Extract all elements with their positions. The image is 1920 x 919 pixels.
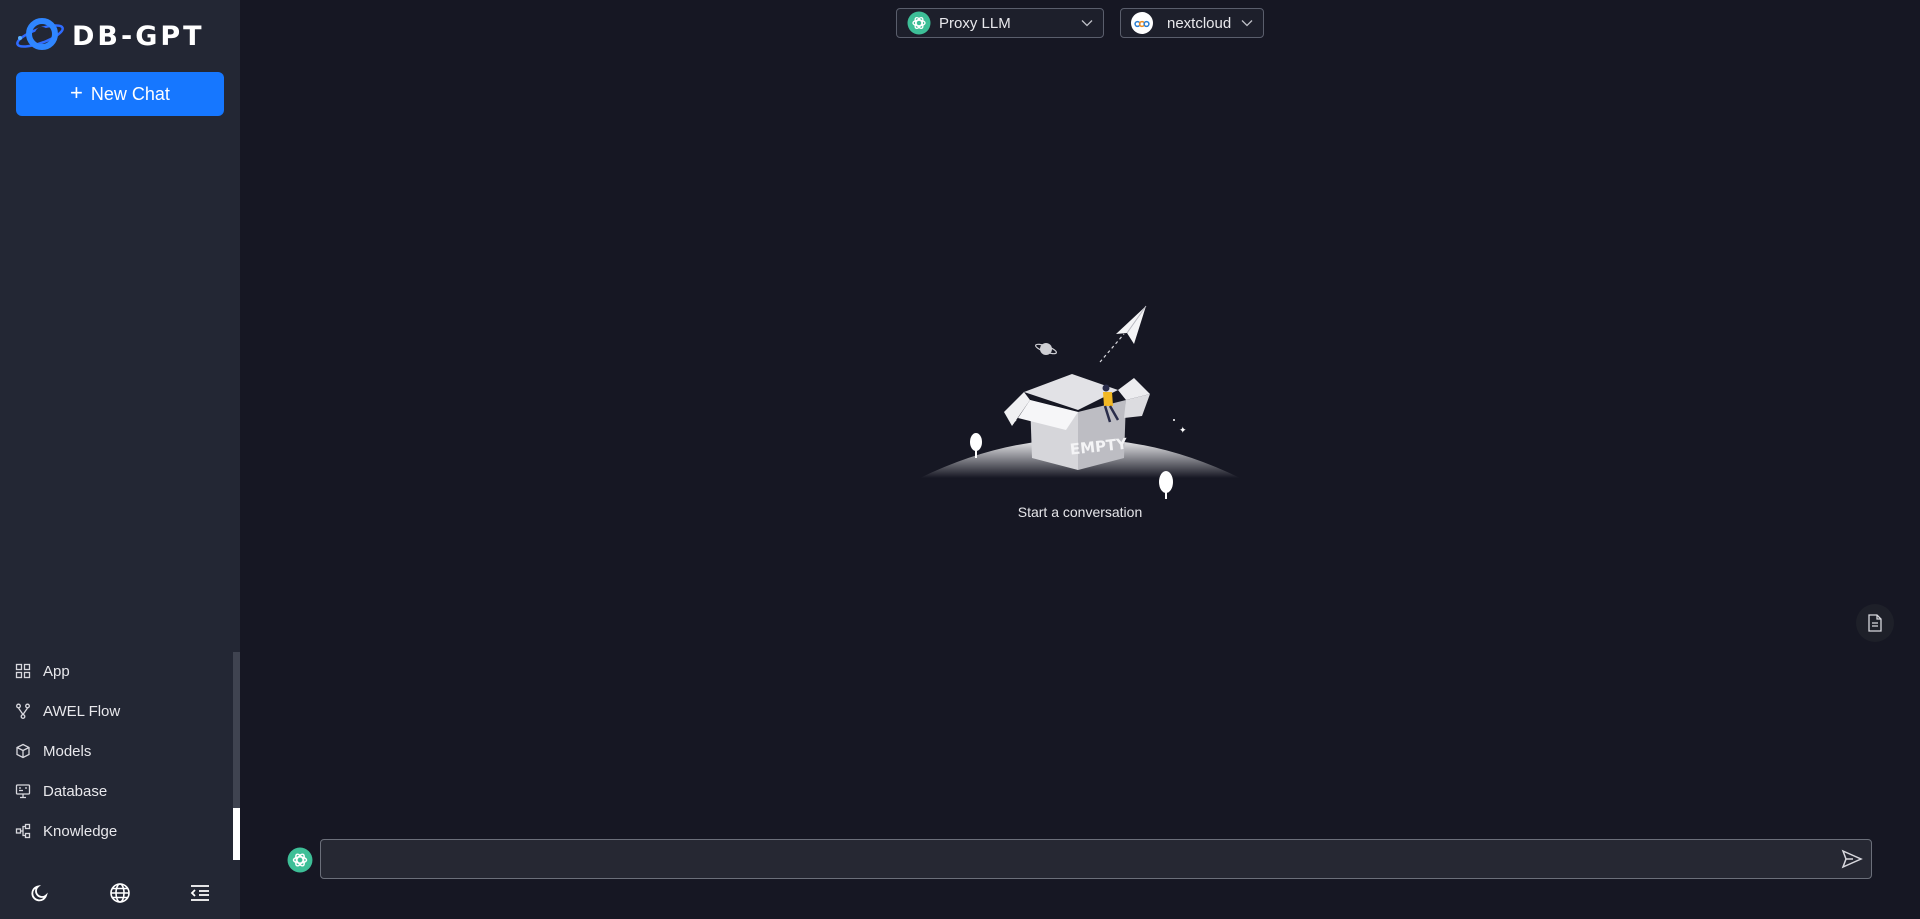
flow-icon (16, 703, 30, 719)
chevron-down-icon (1081, 20, 1093, 27)
sidebar-item-database[interactable]: Database (0, 771, 232, 811)
sidebar-scrollbar-thumb[interactable] (233, 808, 240, 860)
space-select-value: nextcloud (1167, 14, 1232, 32)
globe-icon[interactable] (108, 881, 132, 905)
sidebar-item-label: App (43, 662, 70, 680)
openai-icon (907, 11, 931, 35)
model-select[interactable]: Proxy LLM (896, 8, 1104, 38)
plus-icon: + (70, 80, 83, 105)
logo-text: DB-GPT (72, 20, 205, 52)
cube-icon (16, 743, 30, 759)
knowledge-icon (15, 823, 31, 839)
model-select-value: Proxy LLM (939, 14, 1011, 32)
space-select[interactable]: nextcloud (1120, 8, 1264, 38)
chat-input[interactable] (320, 839, 1872, 879)
chevron-down-icon (1241, 20, 1253, 27)
new-chat-label: New Chat (90, 83, 170, 104)
logo-orbit-icon (16, 18, 64, 50)
sidebar: DB-GPT + New Chat App AWEL Flow Models D… (0, 0, 240, 919)
send-icon[interactable] (1841, 849, 1863, 869)
sidebar-item-label: Database (43, 782, 108, 800)
new-chat-button[interactable]: + New Chat (16, 72, 224, 116)
sidebar-item-label: AWEL Flow (43, 702, 121, 720)
sidebar-item-awel-flow[interactable]: AWEL Flow (0, 691, 232, 731)
sidebar-item-app[interactable]: App (0, 651, 232, 691)
moon-icon[interactable] (28, 881, 52, 905)
database-icon (15, 784, 31, 799)
svg-text:✦: ✦ (1179, 426, 1187, 436)
document-button[interactable] (1856, 604, 1894, 642)
document-icon (1868, 614, 1882, 632)
nextcloud-logo-icon (1131, 12, 1153, 34)
sidebar-item-label: Models (43, 742, 92, 760)
sidebar-item-label: Knowledge (43, 822, 118, 840)
collapse-menu-icon[interactable] (188, 881, 212, 905)
model-avatar-icon (287, 847, 313, 873)
grid-icon (15, 663, 31, 679)
empty-box-illustration: ✦ ✦ EMPTY (920, 305, 1240, 499)
logo[interactable]: DB-GPT (14, 16, 205, 56)
sidebar-item-models[interactable]: Models (0, 731, 232, 771)
sidebar-bottom-toolbar (0, 873, 240, 913)
empty-state-text: Start a conversation (1017, 504, 1143, 520)
sidebar-nav: App AWEL Flow Models Database Knowledge (0, 651, 232, 851)
sidebar-item-knowledge[interactable]: Knowledge (0, 811, 232, 851)
